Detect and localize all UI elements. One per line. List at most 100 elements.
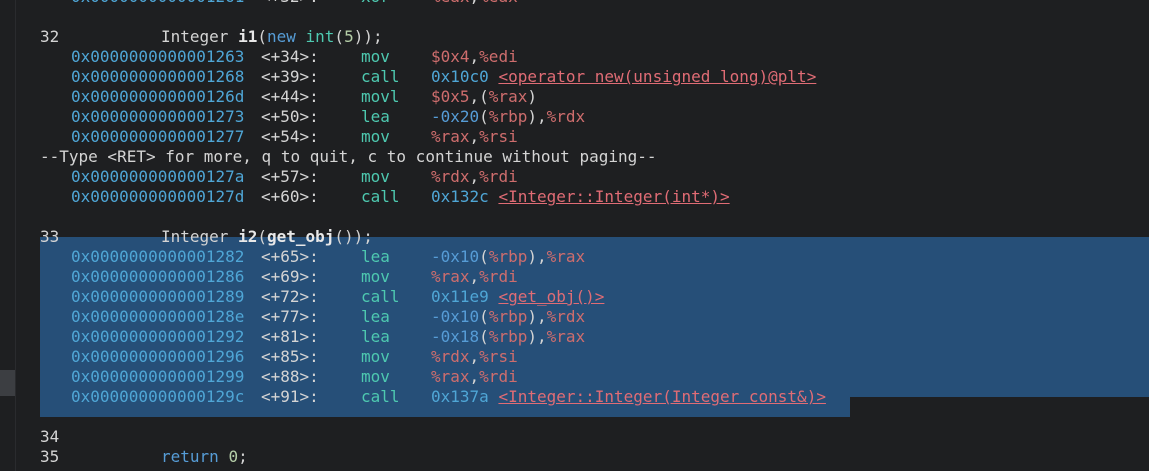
asm-line[interactable]: 0x0000000000001299 <+88>: mov %rax,%rdi [0,367,1149,387]
operand-token: %rax [431,127,470,146]
code-token: ()); [334,227,373,246]
instruction-mnemonic: lea [361,107,390,126]
source-line[interactable]: 35 return 0; [0,447,1149,467]
asm-line[interactable]: 0x000000000000129c <+91>: call 0x137a <Inte… [0,387,1149,407]
instruction-mnemonic: mov [361,127,390,146]
operand-token: ,( [469,87,489,106]
asm-line[interactable]: 0x000000000000126d <+44>: movl $0x5,(%rax) [0,87,1149,107]
operand-token: %rbp [488,247,528,266]
instruction-offset: <+50>: [261,107,319,126]
instruction-address: 0x000000000000127d [71,187,245,206]
instruction-operands: 0x132c <Integer::Integer(int*)> [431,187,730,207]
blank-line[interactable] [0,7,1149,27]
source-line-number: 35 [40,447,60,466]
operand-token: %rdx [431,347,470,366]
instruction-operands: 0x11e9 <get_obj()> [431,287,604,307]
source-line-number: 34 [40,427,60,446]
instruction-operands: %rdx,%rdi [431,167,518,187]
asm-line[interactable]: 0x0000000000001261 <+32>: xor %eax,%eax [0,0,1149,7]
operand-token: <operator new(unsigned long)@plt> [498,67,817,86]
asm-line[interactable]: 0x000000000000127a <+57>: mov %rdx,%rdi [0,167,1149,187]
instruction-mnemonic: lea [361,327,390,346]
instruction-address: 0x000000000000126d [71,87,245,106]
instruction-mnemonic: call [361,387,400,406]
instruction-offset: <+72>: [261,287,319,306]
operand-token: %rax [546,247,586,266]
instruction-offset: <+34>: [261,47,319,66]
operand-token: -0x18 [431,327,480,346]
instruction-offset: <+60>: [261,187,319,206]
instruction-operands: -0x18(%rbp),%rax [431,327,585,347]
instruction-mnemonic: xor [361,0,390,7]
instruction-address: 0x0000000000001286 [71,267,245,286]
operand-token: %rax [431,367,470,386]
pager-prompt[interactable]: --Type <RET> for more, q to quit, c to c… [0,147,1149,167]
asm-line[interactable]: 0x000000000000128e <+77>: lea -0x10(%rbp),%… [0,307,1149,327]
instruction-mnemonic: mov [361,347,390,366]
asm-line[interactable]: 0x0000000000001268 <+39>: call 0x10c0 <oper… [0,67,1149,87]
operand-token: ), [527,327,547,346]
code-token: int [305,27,335,46]
operand-token: <Integer::Integer(Integer const&)> [498,387,826,406]
source-line[interactable]: 34 [0,427,1149,447]
operand-token: %edi [479,47,518,66]
instruction-mnemonic: mov [361,367,390,386]
instruction-operands: 0x137a <Integer::Integer(Integer const&)… [431,387,826,407]
operand-token: %eax [431,0,470,6]
asm-line[interactable]: 0x0000000000001289 <+72>: call 0x11e9 <get_… [0,287,1149,307]
source-line-number: 33 [40,227,60,246]
asm-line[interactable]: 0x0000000000001263 <+34>: mov $0x4,%edi [0,47,1149,67]
operand-token: ) [527,87,537,106]
asm-line[interactable]: 0x0000000000001277 <+54>: mov %rax,%rsi [0,127,1149,147]
instruction-address: 0x0000000000001292 [71,327,245,346]
source-line[interactable]: 33 Integer i2(get_obj()); [0,227,1149,247]
instruction-address: 0x000000000000129c [71,387,245,406]
asm-line[interactable]: 0x000000000000127d <+60>: call 0x132c <Inte… [0,187,1149,207]
operand-token: %rdi [479,167,518,186]
code-token: ( [257,27,267,46]
code-token: get_obj [266,227,335,246]
instruction-offset: <+39>: [261,67,319,86]
code-token: )); [353,27,383,46]
operand-token: ), [527,107,547,126]
operand-token: %rsi [479,127,518,146]
code-token: Integer [161,227,239,246]
instruction-address: 0x0000000000001282 [71,247,245,266]
operand-token: %rdx [546,307,586,326]
operand-token: , [470,0,480,6]
operand-token: -0x10 [431,307,480,326]
instruction-operands: %rax,%rdi [431,267,518,287]
code-token: ( [334,27,345,46]
asm-line[interactable]: 0x0000000000001273 <+50>: lea -0x20(%rbp),%… [0,107,1149,127]
operand-token [489,287,499,306]
operand-token: , [469,367,480,386]
operand-token: ( [479,247,489,266]
asm-line[interactable]: 0x0000000000001296 <+85>: mov %rdx,%rsi [0,347,1149,367]
instruction-mnemonic: mov [361,47,390,66]
blank-line[interactable] [0,207,1149,227]
operand-token: %rdx [431,167,470,186]
operand-token: ( [479,107,489,126]
operand-token: $0x4 [431,47,470,66]
blank-line[interactable] [0,407,1149,427]
operand-token: , [469,167,480,186]
operand-token: ), [527,307,547,326]
terminal-output[interactable]: 0x0000000000001261<+32>:xor%eax,%eax32In… [0,0,1149,467]
code-token: i1 [238,27,258,46]
operand-token: %rbp [488,307,528,326]
operand-token: , [469,267,480,286]
instruction-address: 0x0000000000001261 [71,0,244,7]
operand-token: 0x11e9 [431,287,489,306]
operand-token [489,67,499,86]
source-code: Integer i2(get_obj()); [161,227,373,247]
instruction-address: 0x0000000000001299 [71,367,245,386]
operand-token: 0x132c [431,187,489,206]
instruction-operands: $0x5,(%rax) [431,87,537,107]
operand-token: 0x10c0 [431,67,489,86]
asm-line[interactable]: 0x0000000000001292 <+81>: lea -0x18(%rbp),%… [0,327,1149,347]
instruction-offset: <+44>: [261,87,319,106]
asm-line[interactable]: 0x0000000000001286 <+69>: mov %rax,%rdi [0,267,1149,287]
source-line[interactable]: 32 Integer i1(new int(5)); [0,27,1149,47]
asm-line[interactable]: 0x0000000000001282 <+65>: lea -0x10(%rbp),%… [0,247,1149,267]
source-code: Integer i1(new int(5)); [161,27,383,47]
